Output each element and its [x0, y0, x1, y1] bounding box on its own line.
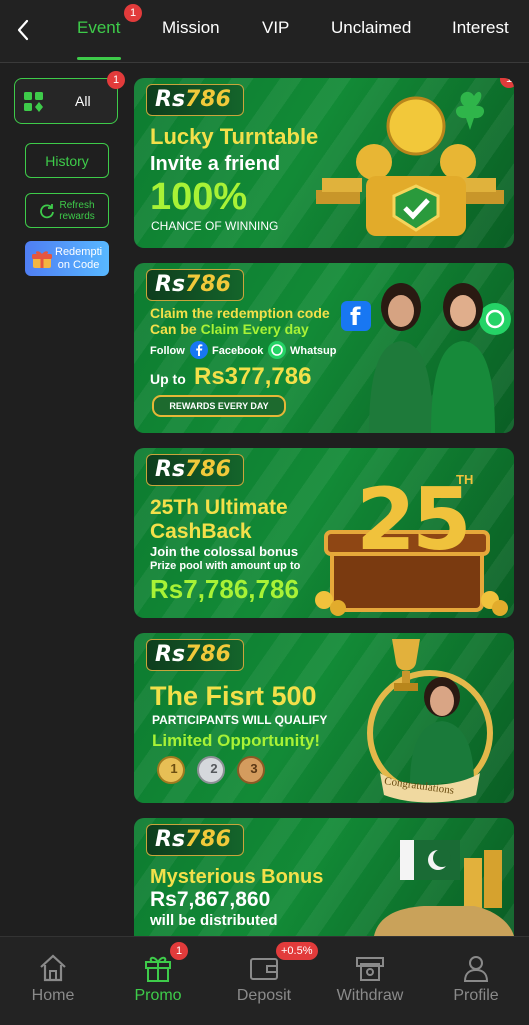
- gift-icon: [32, 250, 52, 268]
- banner-title-line1: 25Th Ultimate: [150, 496, 288, 519]
- wallet-icon: [250, 958, 278, 980]
- history-button[interactable]: History: [25, 143, 109, 178]
- banner-cashback[interactable]: Rs786 25Th Ultimate CashBack Join the co…: [134, 448, 514, 618]
- banner-title: The Fisrt 500: [150, 681, 317, 711]
- flag-car-coins-image: [374, 840, 514, 936]
- brand-logo: Rs786: [146, 454, 244, 486]
- banner-subtitle: Invite a friend: [150, 153, 281, 175]
- banner-lucky-turntable[interactable]: Rs786 Lucky Turntable Invite a friend 10…: [134, 78, 514, 248]
- banner-small-text: CHANCE OF WINNING: [151, 219, 279, 233]
- top-tab-bar: Event 1 Mission VIP Unclaimed Interest: [0, 0, 529, 63]
- follow-label: Follow: [150, 345, 185, 357]
- gift-icon: [145, 956, 171, 982]
- tab-mission[interactable]: Mission: [162, 18, 220, 38]
- nav-promo-label: Promo: [134, 987, 182, 1004]
- facebook-icon: [190, 341, 208, 359]
- nav-deposit-label: Deposit: [236, 987, 292, 1004]
- banner-line: will be distributed: [150, 912, 278, 929]
- banner-line1: Claim the redemption code: [150, 305, 330, 321]
- banner-line1: Join the colossal bonus: [150, 544, 299, 559]
- bottom-navigation: Home Promo 1 Deposit +0.5% Withdraw Prof…: [0, 936, 529, 1025]
- nav-deposit[interactable]: Deposit +0.5%: [214, 937, 318, 1025]
- trophy-winner-image: [367, 639, 493, 803]
- nav-profile[interactable]: Profile: [426, 937, 526, 1025]
- brand-logo: Rs786: [146, 84, 244, 116]
- redeem-label-line2: on Code: [57, 258, 100, 271]
- tab-event-badge: 1: [124, 4, 142, 22]
- medal-1-label: 1: [170, 761, 178, 776]
- nav-home-label: Home: [31, 987, 75, 1004]
- banner-first-500[interactable]: Rs786 The Fisrt 500 PARTICIPANTS WILL QU…: [134, 633, 514, 803]
- facebook-label: Facebook: [212, 345, 264, 357]
- refresh-label-line2: rewards: [59, 210, 95, 222]
- banner-title: Mysterious Bonus: [150, 866, 324, 888]
- refresh-icon: [40, 203, 55, 218]
- user-icon: [463, 956, 489, 982]
- brand-logo: Rs786: [146, 824, 244, 856]
- medal-2-label: 2: [210, 761, 218, 776]
- refresh-label-line1: Refresh: [59, 199, 95, 211]
- banner-redemption-code[interactable]: Rs786 Claim the redemption code Can be C…: [134, 263, 514, 433]
- grid-icon: [24, 92, 43, 112]
- cash-withdraw-icon: [356, 957, 384, 981]
- svg-text:f: f: [350, 303, 361, 331]
- nav-promo-badge: 1: [170, 942, 188, 960]
- home-icon: [40, 954, 66, 982]
- nav-promo[interactable]: Promo 1: [108, 937, 208, 1025]
- banner-line2: Can be Claim Every day: [150, 321, 309, 337]
- rewards-every-day-pill: REWARDS EVERY DAY: [152, 395, 286, 417]
- cashback-25-number: 25: [356, 470, 472, 570]
- active-tab-indicator: [77, 57, 121, 60]
- chevron-left-icon: [17, 19, 29, 41]
- refresh-rewards-button[interactable]: Refresh rewards: [25, 193, 109, 228]
- tab-unclaimed[interactable]: Unclaimed: [331, 18, 411, 38]
- upto-label: Up to: [150, 371, 186, 387]
- redeem-label-line1: Redempti: [55, 245, 103, 258]
- banner-title-line2: CashBack: [150, 520, 252, 543]
- nav-profile-label: Profile: [453, 987, 499, 1004]
- sidebar-all-badge: 1: [107, 71, 125, 89]
- banner-amount: Rs377,786: [194, 363, 312, 390]
- gold-coin-trophy-icon: [316, 91, 504, 236]
- promo-models-image: f: [341, 283, 511, 433]
- medal-3-label: 3: [250, 761, 258, 776]
- cashback-th-label: TH: [456, 472, 474, 487]
- sidebar-item-label: All: [75, 93, 91, 109]
- sidebar-item-all[interactable]: All: [14, 78, 118, 124]
- tab-vip[interactable]: VIP: [262, 18, 289, 38]
- banner-amount: Rs7,786,786: [150, 574, 299, 604]
- banner-line2: Prize pool with amount up to: [150, 560, 301, 572]
- tab-event[interactable]: Event: [77, 18, 120, 38]
- back-button[interactable]: [10, 16, 36, 44]
- brand-logo: Rs786: [146, 269, 244, 301]
- brand-logo: Rs786: [146, 639, 244, 671]
- banner-big-number: 100%: [150, 176, 248, 218]
- banner-line1: PARTICIPANTS WILL QUALIFY: [152, 713, 328, 727]
- banner-mysterious-bonus[interactable]: Rs786 Mysterious Bonus Rs7,867,860 will …: [134, 818, 514, 936]
- banner-title: Lucky Turntable: [150, 124, 319, 149]
- banner-line2: Limited Opportunity!: [152, 731, 321, 750]
- nav-deposit-badge: +0.5%: [276, 942, 318, 960]
- whatsup-label: Whatsup: [290, 345, 337, 357]
- tab-interest[interactable]: Interest: [452, 18, 509, 38]
- nav-home[interactable]: Home: [3, 937, 103, 1025]
- whatsapp-icon: [268, 341, 286, 359]
- nav-withdraw-label: Withdraw: [336, 987, 404, 1004]
- redemption-code-button[interactable]: Redempti on Code: [25, 241, 109, 276]
- banner-amount: Rs7,867,860: [150, 888, 271, 911]
- nav-withdraw[interactable]: Withdraw: [320, 937, 420, 1025]
